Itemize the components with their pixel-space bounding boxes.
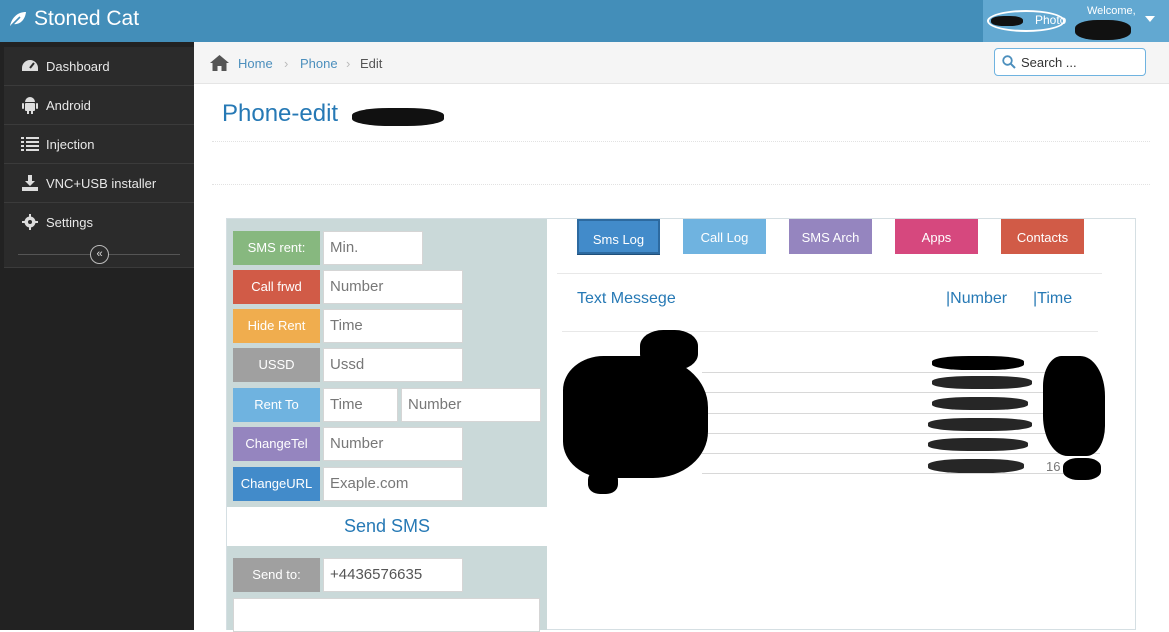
rent-to-time-input[interactable]: Time: [323, 388, 398, 422]
sidebar-item-injection[interactable]: Injection: [4, 125, 194, 164]
breadcrumb-separator: ›: [346, 56, 351, 71]
hide-rent-button[interactable]: Hide Rent: [233, 309, 320, 343]
search-input[interactable]: Search ...: [994, 48, 1146, 76]
search-placeholder: Search ...: [1021, 55, 1077, 70]
call-forward-number-input[interactable]: Number: [323, 270, 463, 304]
call-forward-button[interactable]: Call frwd: [233, 270, 320, 304]
table-row[interactable]: [702, 372, 1100, 373]
search-icon: [1002, 55, 1016, 74]
tab-contacts[interactable]: Contacts: [1001, 219, 1084, 254]
time-cell: 16: [1046, 459, 1061, 474]
avatar-label: Photo: [1035, 13, 1067, 27]
caret-down-icon: [1145, 16, 1155, 22]
sidebar-item-settings[interactable]: Settings: [4, 203, 194, 242]
send-sms-heading: Send SMS: [227, 507, 547, 546]
home-icon[interactable]: [210, 55, 229, 76]
divider: [212, 184, 1150, 185]
sidebar-item-label: Android: [46, 97, 91, 113]
sidebar-item-android[interactable]: Android: [4, 86, 194, 125]
table-row[interactable]: [702, 473, 1100, 474]
collapse-sidebar-icon[interactable]: «: [90, 245, 109, 264]
rent-to-button[interactable]: Rent To: [233, 388, 320, 422]
redacted-number: [928, 459, 1024, 473]
ussd-input[interactable]: Ussd: [323, 348, 463, 382]
table-row[interactable]: [702, 413, 1100, 414]
breadcrumb-home[interactable]: Home: [238, 56, 273, 71]
download-icon: [16, 175, 44, 191]
divider: [557, 273, 1102, 274]
breadcrumb-phone[interactable]: Phone: [300, 56, 338, 71]
sidebar-item-label: VNC+USB installer: [46, 175, 157, 191]
rent-to-number-input[interactable]: Number: [401, 388, 541, 422]
list-icon: [16, 137, 44, 151]
user-menu[interactable]: Photo Welcome,: [983, 0, 1169, 42]
redacted-messages: [640, 330, 698, 370]
sidebar-item-dashboard[interactable]: Dashboard: [4, 47, 194, 86]
gear-icon: [16, 214, 44, 230]
sidebar: Dashboard Android Injection VNC+USB inst…: [0, 42, 194, 630]
redacted-username: [1075, 20, 1131, 40]
redacted-time: [1063, 458, 1101, 480]
tab-sms-log[interactable]: Sms Log: [577, 219, 660, 254]
sidebar-collapse: «: [4, 241, 194, 268]
leaf-icon: [10, 12, 26, 27]
redacted-messages: [588, 470, 618, 494]
change-url-button[interactable]: ChangeURL: [233, 467, 320, 501]
sidebar-item-label: Injection: [46, 136, 95, 152]
breadcrumb-separator: ›: [284, 56, 289, 71]
table-row[interactable]: [702, 453, 1100, 454]
page-title: Phone-edit: [222, 100, 339, 127]
navbar: Stoned Cat Photo Welcome,: [0, 0, 1169, 42]
redacted-scribble: [991, 16, 1023, 26]
welcome-text: Welcome,: [1087, 5, 1136, 17]
redacted-messages: [563, 356, 708, 478]
sms-message-textarea[interactable]: [233, 598, 540, 632]
divider: [562, 331, 1098, 332]
sidebar-item-vnc-usb-installer[interactable]: VNC+USB installer: [4, 164, 194, 203]
redacted-number: [932, 397, 1028, 410]
android-icon: [16, 96, 44, 114]
brand[interactable]: Stoned Cat: [8, 7, 139, 31]
send-to-label: Send to:: [233, 558, 320, 592]
tab-apps[interactable]: Apps: [895, 219, 978, 254]
sms-rent-minutes-input[interactable]: Min.: [323, 231, 423, 265]
sms-rent-button[interactable]: SMS rent:: [233, 231, 320, 265]
redacted-number: [928, 418, 1032, 431]
redacted-number: [932, 376, 1032, 389]
tab-sms-arch[interactable]: SMS Arch: [789, 219, 872, 254]
sidebar-item-label: Dashboard: [46, 58, 110, 74]
table-row[interactable]: [702, 433, 1100, 434]
column-header-number: |Number: [946, 290, 1008, 307]
hide-rent-time-input[interactable]: Time: [323, 309, 463, 343]
dashboard-icon: [16, 58, 44, 74]
column-header-time: |Time: [1033, 290, 1073, 307]
table-row[interactable]: [702, 392, 1100, 393]
change-url-input[interactable]: Exaple.com: [323, 467, 463, 501]
tab-call-log[interactable]: Call Log: [683, 219, 766, 254]
brand-title: Stoned Cat: [34, 7, 140, 30]
sidebar-item-label: Settings: [46, 214, 93, 230]
redacted-number: [928, 438, 1028, 451]
send-to-number-input[interactable]: +4436576635: [323, 558, 463, 592]
change-tel-number-input[interactable]: Number: [323, 427, 463, 461]
divider: [212, 141, 1150, 142]
redacted-title: [352, 108, 444, 126]
ussd-button[interactable]: USSD: [233, 348, 320, 382]
breadcrumb-current: Edit: [360, 56, 383, 71]
column-header-text: Text Messege: [577, 290, 676, 307]
change-tel-button[interactable]: ChangeTel: [233, 427, 320, 461]
redacted-number: [932, 356, 1024, 370]
redacted-time: [1043, 356, 1105, 456]
